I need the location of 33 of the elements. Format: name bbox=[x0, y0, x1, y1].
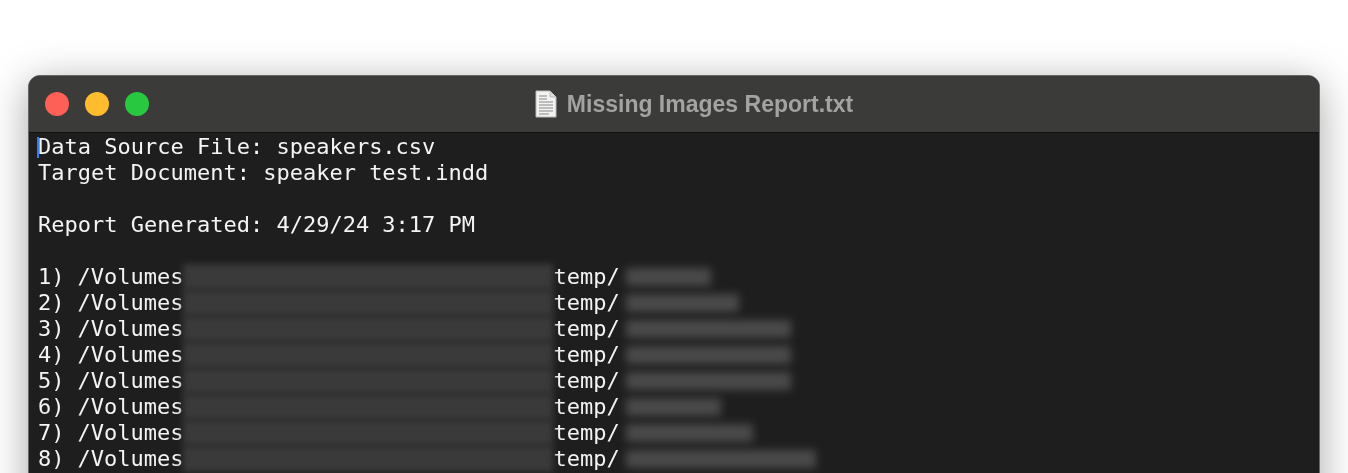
text-cursor bbox=[37, 136, 39, 158]
path-text: temp/ bbox=[553, 342, 620, 368]
entry-number: 2) bbox=[38, 290, 65, 316]
report-line: Target Document: speaker test.indd bbox=[38, 160, 489, 186]
path-text: /Volumes bbox=[77, 342, 184, 368]
zoom-button[interactable] bbox=[125, 92, 149, 116]
path-text: /Volumes bbox=[77, 316, 184, 342]
path-text: temp/ bbox=[553, 368, 620, 394]
path-text: /Volumes bbox=[77, 290, 184, 316]
path-text: temp/ bbox=[553, 446, 620, 472]
path-text: /Volumes bbox=[77, 394, 184, 420]
window-title: Missing Images Report.txt bbox=[566, 90, 854, 118]
path-text: temp/ bbox=[553, 290, 620, 316]
path-text: temp/ bbox=[553, 316, 620, 342]
minimize-button[interactable] bbox=[85, 92, 109, 116]
path-text: /Volumes bbox=[77, 446, 184, 472]
path-text: temp/ bbox=[553, 394, 620, 420]
document-icon bbox=[534, 90, 557, 118]
entry-number: 4) bbox=[38, 342, 65, 368]
entry-number: 7) bbox=[38, 420, 65, 446]
path-text: /Volumes bbox=[77, 368, 184, 394]
entry-number: 6) bbox=[38, 394, 65, 420]
entry-number: 8) bbox=[38, 446, 65, 472]
path-text: /Volumes bbox=[77, 420, 184, 446]
entry-number: 1) bbox=[38, 264, 65, 290]
entry-number: 3) bbox=[38, 316, 65, 342]
close-button[interactable] bbox=[45, 92, 69, 116]
path-text: temp/ bbox=[553, 420, 620, 446]
path-text: /Volumes bbox=[77, 264, 184, 290]
path-text: temp/ bbox=[553, 264, 620, 290]
report-line: Data Source File: speakers.csv bbox=[38, 134, 436, 160]
entry-number: 5) bbox=[38, 368, 65, 394]
report-line: Report Generated: 4/29/24 3:17 PM bbox=[38, 212, 476, 238]
